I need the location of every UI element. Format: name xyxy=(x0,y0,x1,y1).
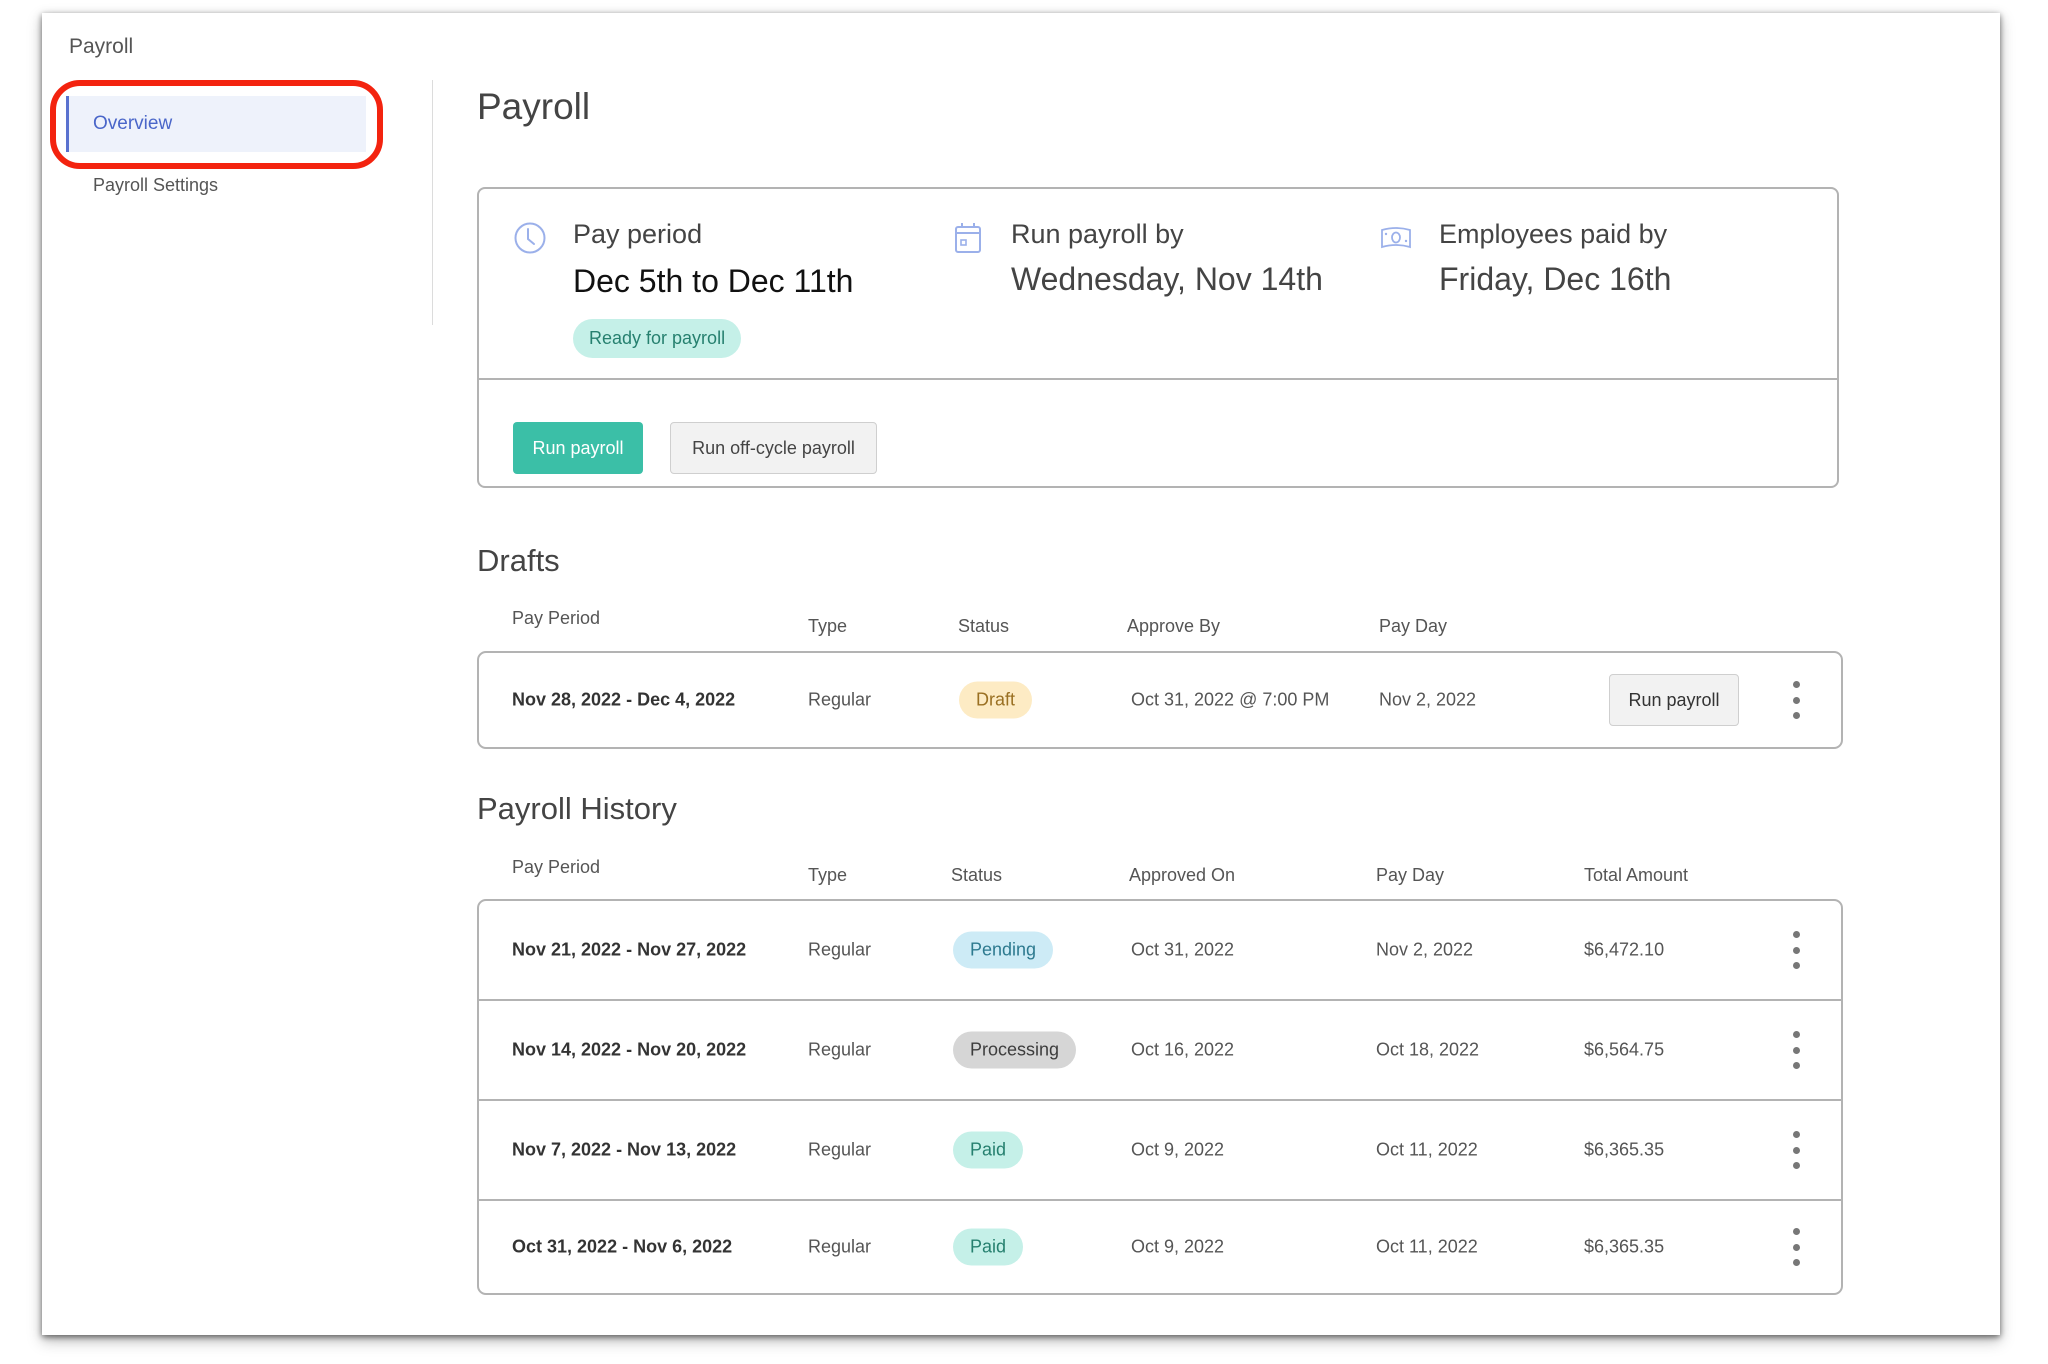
column-header-approved-on: Approved On xyxy=(1129,865,1236,885)
calendar-icon xyxy=(955,223,981,253)
payroll-history-heading: Payroll History xyxy=(477,791,677,826)
payroll-window: Payroll Overview Payroll Settings Payrol… xyxy=(42,13,2000,1335)
approved-on-cell: Oct 16, 2022 xyxy=(1131,1039,1235,1060)
type-cell: Regular xyxy=(808,1039,872,1060)
sidebar-item-label: Payroll Settings xyxy=(93,174,219,195)
column-header-type: Type xyxy=(808,865,848,885)
table-row[interactable]: Nov 28, 2022 - Dec 4, 2022 Regular Draft… xyxy=(479,653,1841,747)
pay-period-cell: Oct 31, 2022 - Nov 6, 2022 xyxy=(512,1236,733,1257)
run-by-label: Run payroll by xyxy=(1011,219,1184,249)
type-cell: Regular xyxy=(808,1236,872,1257)
pay-day-cell: Oct 11, 2022 xyxy=(1376,1236,1478,1257)
run-payroll-button[interactable]: Run payroll xyxy=(513,422,643,474)
paid-by-label: Employees paid by xyxy=(1439,219,1668,249)
payroll-history-table: Nov 21, 2022 - Nov 27, 2022 Regular Pend… xyxy=(477,899,1843,1295)
sidebar-divider xyxy=(432,80,433,325)
approved-on-cell: Oct 9, 2022 xyxy=(1131,1236,1225,1257)
pay-period-value: Dec 5th to Dec 11th xyxy=(573,263,854,299)
column-header-type: Type xyxy=(808,616,848,636)
column-header-pay-period: Pay Period xyxy=(512,608,601,628)
total-amount-cell: $6,472.10 xyxy=(1584,939,1665,960)
column-header-status: Status xyxy=(951,865,1003,885)
approved-on-cell: Oct 31, 2022 xyxy=(1131,939,1235,960)
sidebar-item-overview[interactable]: Overview xyxy=(66,96,366,152)
status-badge: Paid xyxy=(953,1131,1024,1169)
pay-period-summary-card: Pay period Dec 5th to Dec 11th Ready for… xyxy=(477,187,1839,488)
pay-period-label: Pay period xyxy=(573,219,703,249)
column-header-pay-period: Pay Period xyxy=(512,857,601,877)
table-row[interactable]: Nov 21, 2022 - Nov 27, 2022 Regular Pend… xyxy=(479,901,1841,999)
pay-day-cell: Nov 2, 2022 xyxy=(1376,939,1474,960)
column-header-pay-day: Pay Day xyxy=(1376,865,1445,885)
column-header-status: Status xyxy=(958,616,1010,636)
run-by-value: Wednesday, Nov 14th xyxy=(1011,261,1323,297)
more-options-icon[interactable] xyxy=(1789,1131,1803,1169)
pay-period-cell: Nov 7, 2022 - Nov 13, 2022 xyxy=(512,1139,737,1160)
more-options-icon[interactable] xyxy=(1789,1228,1803,1266)
type-cell: Regular xyxy=(808,689,872,710)
column-header-pay-day: Pay Day xyxy=(1379,616,1448,636)
total-amount-cell: $6,365.35 xyxy=(1584,1139,1665,1160)
run-payroll-row-button[interactable]: Run payroll xyxy=(1609,674,1739,726)
pay-day-cell: Oct 18, 2022 xyxy=(1376,1039,1480,1060)
pay-period-cell: Nov 14, 2022 - Nov 20, 2022 xyxy=(512,1039,747,1060)
drafts-table: Nov 28, 2022 - Dec 4, 2022 Regular Draft… xyxy=(477,651,1843,749)
sidebar-item-label: Overview xyxy=(93,113,173,134)
summary-info: Pay period Dec 5th to Dec 11th Ready for… xyxy=(479,189,1837,380)
status-badge: Paid xyxy=(953,1228,1024,1266)
status-badge: Processing xyxy=(953,1031,1077,1069)
table-row[interactable]: Nov 14, 2022 - Nov 20, 2022 Regular Proc… xyxy=(479,999,1841,1099)
sidebar-title: Payroll xyxy=(69,35,134,58)
more-options-icon[interactable] xyxy=(1789,1031,1803,1069)
page-title: Payroll xyxy=(477,86,591,127)
approve-by-cell: Oct 31, 2022 @ 7:00 PM xyxy=(1131,689,1330,710)
type-cell: Regular xyxy=(808,1139,872,1160)
status-badge: Pending xyxy=(953,931,1054,969)
paid-by-value: Friday, Dec 16th xyxy=(1439,261,1672,297)
table-row[interactable]: Nov 7, 2022 - Nov 13, 2022 Regular Paid … xyxy=(479,1099,1841,1199)
column-header-total-amount: Total Amount xyxy=(1584,865,1689,885)
status-badge: Draft xyxy=(959,681,1033,719)
sidebar-item-payroll-settings[interactable]: Payroll Settings xyxy=(66,161,366,209)
pay-period-cell: Nov 21, 2022 - Nov 27, 2022 xyxy=(512,939,747,960)
column-header-approve-by: Approve By xyxy=(1127,616,1221,636)
pay-period-cell: Nov 28, 2022 - Dec 4, 2022 xyxy=(512,689,736,710)
run-off-cycle-payroll-button[interactable]: Run off-cycle payroll xyxy=(670,422,877,474)
type-cell: Regular xyxy=(808,939,872,960)
approved-on-cell: Oct 9, 2022 xyxy=(1131,1139,1225,1160)
drafts-heading: Drafts xyxy=(477,543,560,578)
banknote-icon xyxy=(1381,227,1411,249)
table-row[interactable]: Oct 31, 2022 - Nov 6, 2022 Regular Paid … xyxy=(479,1199,1841,1293)
total-amount-cell: $6,564.75 xyxy=(1584,1039,1665,1060)
pay-day-cell: Oct 11, 2022 xyxy=(1376,1139,1478,1160)
more-options-icon[interactable] xyxy=(1789,931,1803,969)
pay-day-cell: Nov 2, 2022 xyxy=(1379,689,1477,710)
total-amount-cell: $6,365.35 xyxy=(1584,1236,1665,1257)
clock-icon xyxy=(514,222,546,254)
status-badge: Ready for payroll xyxy=(573,319,742,358)
more-options-icon[interactable] xyxy=(1789,681,1803,719)
